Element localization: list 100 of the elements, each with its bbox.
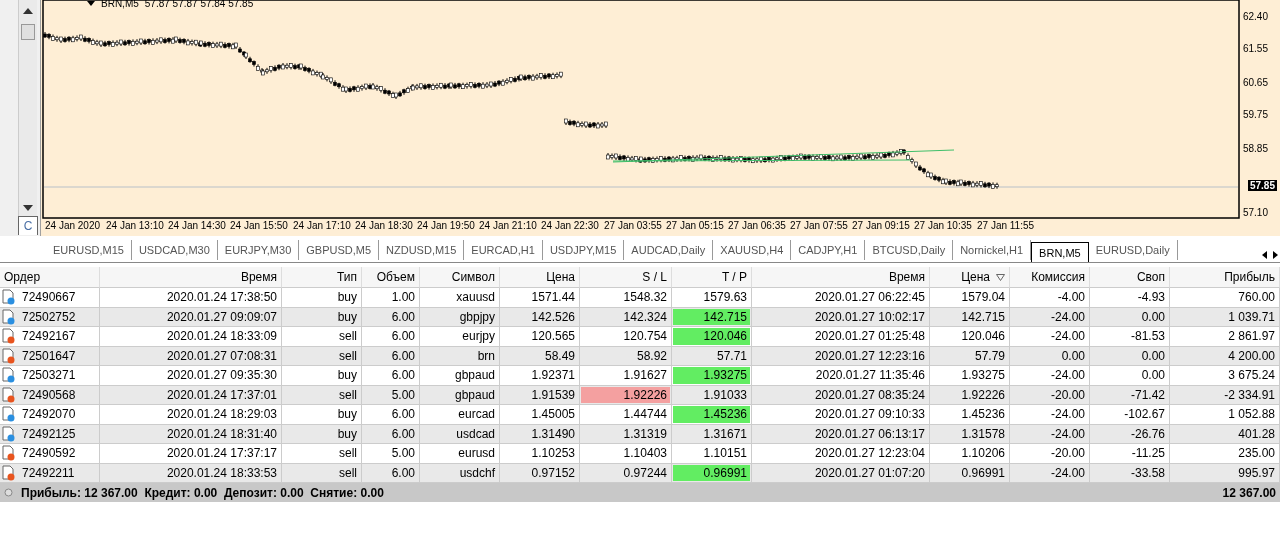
column-header[interactable]: Объем [362,267,420,288]
table-cell: 2020.01.24 17:37:01 [100,385,282,405]
column-header[interactable]: Цена [500,267,580,288]
sort-triangle-icon [996,273,1005,281]
order-number: 72492070 [22,407,76,422]
table-cell: 2020.01.27 01:07:20 [752,463,930,483]
chart-tab[interactable]: EURJPY,M30 [217,240,300,260]
chart-tab[interactable]: BRN,M5 [1031,242,1089,262]
time-label: 27 Jan 10:35 [914,220,972,231]
summary-text: Прибыль: 12 367.00 Кредит: 0.00 Депозит: 0.00 Снятие: 0.00 [21,485,384,500]
table-cell: sell [282,463,362,483]
price-tick: 61.55 [1242,43,1268,54]
table-cell: 1.10206 [930,444,1010,464]
table-cell: 2020.01.27 10:02:17 [752,307,930,327]
table-cell: buy [282,288,362,308]
table-cell: 57.71 [672,346,752,366]
table-cell: -26.76 [1090,424,1170,444]
column-header[interactable]: T / P [672,267,752,288]
scroll-thumb[interactable] [21,24,35,40]
table-cell: 2020.01.27 08:35:24 [752,385,930,405]
time-label: 27 Jan 03:55 [604,220,662,231]
chart-tab[interactable]: NZDUSD,M15 [379,240,465,260]
table-cell: 1.10151 [672,444,752,464]
column-header[interactable]: Тип [282,267,362,288]
column-header[interactable]: Ордер [0,267,100,288]
chart-tab[interactable]: CADJPY,H1 [791,240,866,260]
order-number: 72492125 [22,426,76,441]
chart-tab[interactable]: EURUSD,M15 [46,240,132,260]
table-cell: 1.91627 [580,366,672,386]
chart-tab[interactable]: AUDCAD,Daily [624,240,714,260]
scroll-left-icon[interactable] [1262,251,1267,259]
table-cell: 2020.01.27 06:22:45 [752,288,930,308]
time-label: 27 Jan 05:15 [666,220,724,231]
table-cell: -2 334.91 [1170,385,1280,405]
table-cell: 0.97244 [580,463,672,483]
column-header[interactable]: Цена [930,267,1010,288]
table-cell: 1.10403 [580,444,672,464]
table-cell: 4 200.00 [1170,346,1280,366]
scroll-up-icon[interactable] [23,8,33,14]
time-label: 24 Jan 17:10 [293,220,351,231]
table-cell: 5.00 [362,385,420,405]
table-cell: 58.92 [580,346,672,366]
table-cell: 2020.01.24 18:33:53 [100,463,282,483]
table-cell: 0.00 [1090,346,1170,366]
time-label: 24 Jan 19:50 [417,220,475,231]
scroll-down-icon[interactable] [23,205,33,211]
time-label: 24 Jan 18:30 [355,220,413,231]
column-header[interactable]: Своп [1090,267,1170,288]
table-cell: 2020.01.24 17:38:50 [100,288,282,308]
table-cell: 1.00 [362,288,420,308]
table-cell: 2020.01.27 09:09:07 [100,307,282,327]
time-label: 24 Jan 2020 [45,220,101,231]
table-cell: -24.00 [1010,327,1090,347]
scroll-right-icon[interactable] [1273,251,1278,259]
table-cell: 1.93275 [930,366,1010,386]
chart-tab[interactable]: USDCAD,M30 [131,240,218,260]
chart-tab[interactable]: XAUUSD,H4 [713,240,792,260]
time-label: 24 Jan 21:10 [479,220,537,231]
chart-tab[interactable]: EURCAD,H1 [464,240,543,260]
table-cell: -24.00 [1010,424,1090,444]
order-number: 72503271 [22,368,76,383]
table-cell: -4.93 [1090,288,1170,308]
time-label: 27 Jan 09:15 [852,220,910,231]
table-cell: 2020.01.27 11:35:46 [752,366,930,386]
table-cell: 120.754 [580,327,672,347]
chart-tab[interactable]: GBPUSD,M5 [299,240,380,260]
column-header[interactable]: Время [100,267,282,288]
table-cell: 1.91033 [672,385,752,405]
dropdown-triangle-icon[interactable] [87,1,95,6]
panel-tab[interactable]: C [18,216,38,235]
table-cell: 2020.01.27 09:35:30 [100,366,282,386]
chart-tab[interactable]: USDJPY,M15 [542,240,625,260]
column-header[interactable]: Время [752,267,930,288]
vertical-scrollbar[interactable] [18,0,37,216]
table-cell: 142.526 [500,307,580,327]
column-header[interactable]: Символ [420,267,500,288]
table-cell: 0.00 [1010,346,1090,366]
table-cell: 2020.01.27 01:25:48 [752,327,930,347]
table-cell: 1548.32 [580,288,672,308]
table-cell: 235.00 [1170,444,1280,464]
current-price-label: 57.85 [1247,180,1277,191]
chart-tab[interactable]: EURUSD,Daily [1088,240,1178,260]
table-cell: buy [282,366,362,386]
table-cell: 1.92226 [580,385,672,405]
chart-tab[interactable]: BTCUSD,Daily [865,240,954,260]
column-header[interactable]: S / L [580,267,672,288]
table-cell: -33.58 [1090,463,1170,483]
table-cell: 1.31578 [930,424,1010,444]
table-cell: 0.96991 [930,463,1010,483]
column-header[interactable]: Комиссия [1010,267,1090,288]
table-cell: -11.25 [1090,444,1170,464]
table-cell: 0.96991 [672,463,752,483]
price-tick: 62.40 [1242,11,1268,22]
column-header[interactable]: Прибыль [1170,267,1280,288]
table-cell: 1.44744 [580,405,672,425]
table-cell: -20.00 [1010,385,1090,405]
table-cell: 995.97 [1170,463,1280,483]
table-cell: -71.42 [1090,385,1170,405]
table-cell: brn [420,346,500,366]
time-label: 27 Jan 06:35 [728,220,786,231]
